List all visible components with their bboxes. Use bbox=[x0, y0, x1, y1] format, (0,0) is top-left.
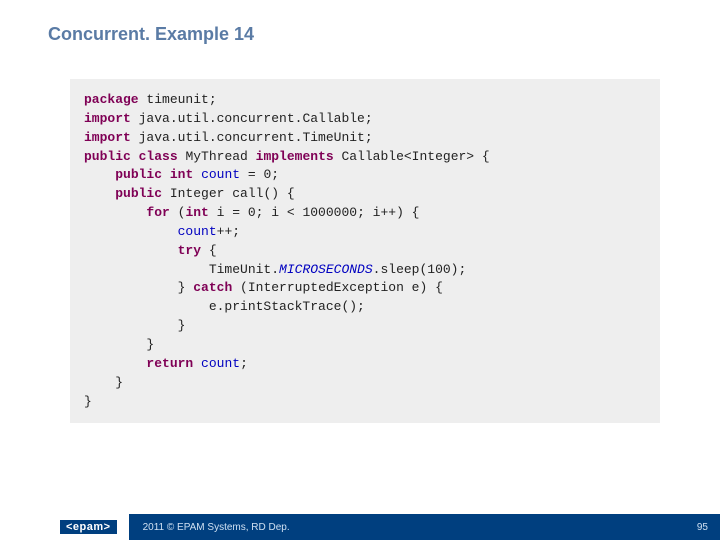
code-token: } bbox=[84, 318, 185, 333]
code-token: Integer call() { bbox=[162, 186, 295, 201]
logo-wrap: <epam> bbox=[0, 514, 129, 540]
code-token: MICROSECONDS bbox=[279, 262, 373, 277]
code-token: .sleep(100); bbox=[373, 262, 467, 277]
footer: <epam> 2011 © EPAM Systems, RD Dep. 95 bbox=[0, 514, 720, 540]
code-token: return bbox=[146, 356, 193, 371]
code-token: class bbox=[139, 149, 178, 164]
code-token: TimeUnit. bbox=[209, 262, 279, 277]
code-token: public bbox=[84, 149, 131, 164]
code-token bbox=[162, 167, 170, 182]
code-token: (InterruptedException e) { bbox=[232, 280, 443, 295]
epam-logo: <epam> bbox=[60, 520, 117, 534]
code-token: ; bbox=[240, 356, 248, 371]
code-token: implements bbox=[256, 149, 334, 164]
code-token bbox=[193, 356, 201, 371]
code-token bbox=[193, 167, 201, 182]
code-token: } bbox=[84, 394, 92, 409]
code-token: e.printStackTrace(); bbox=[84, 299, 365, 314]
code-token: } bbox=[84, 375, 123, 390]
code-token bbox=[84, 167, 115, 182]
code-token: count bbox=[201, 356, 240, 371]
code-token: } bbox=[84, 337, 154, 352]
code-token bbox=[84, 205, 146, 220]
code-token: public bbox=[115, 186, 162, 201]
code-token: java.util.concurrent.TimeUnit; bbox=[131, 130, 373, 145]
code-token bbox=[84, 243, 178, 258]
code-token: count bbox=[178, 224, 217, 239]
code-token: int bbox=[185, 205, 208, 220]
code-token: i = 0; i < 1000000; i++) { bbox=[209, 205, 420, 220]
code-token bbox=[84, 262, 209, 277]
code-token bbox=[84, 224, 178, 239]
code-token: import bbox=[84, 130, 131, 145]
code-token bbox=[84, 280, 178, 295]
footer-left: <epam> 2011 © EPAM Systems, RD Dep. bbox=[0, 514, 290, 540]
page-number: 95 bbox=[697, 522, 708, 533]
code-token: { bbox=[201, 243, 217, 258]
code-token: int bbox=[170, 167, 193, 182]
code-token: timeunit; bbox=[139, 92, 217, 107]
code-token: import bbox=[84, 111, 131, 126]
code-token: = 0; bbox=[240, 167, 279, 182]
copyright-text: 2011 © EPAM Systems, RD Dep. bbox=[143, 522, 290, 533]
code-token: java.util.concurrent.Callable; bbox=[131, 111, 373, 126]
code-token: for bbox=[146, 205, 169, 220]
code-token bbox=[84, 186, 115, 201]
code-block: package timeunit; import java.util.concu… bbox=[70, 79, 660, 423]
code-token: public bbox=[115, 167, 162, 182]
code-token: package bbox=[84, 92, 139, 107]
code-token: ++; bbox=[217, 224, 240, 239]
code-token: } bbox=[178, 280, 194, 295]
code-token: count bbox=[201, 167, 240, 182]
slide-title: Concurrent. Example 14 bbox=[0, 0, 720, 45]
code-token: try bbox=[178, 243, 201, 258]
code-token: MyThread bbox=[178, 149, 256, 164]
code-token: catch bbox=[193, 280, 232, 295]
code-token bbox=[84, 356, 146, 371]
code-token: ( bbox=[170, 205, 186, 220]
code-token: Callable<Integer> { bbox=[334, 149, 490, 164]
